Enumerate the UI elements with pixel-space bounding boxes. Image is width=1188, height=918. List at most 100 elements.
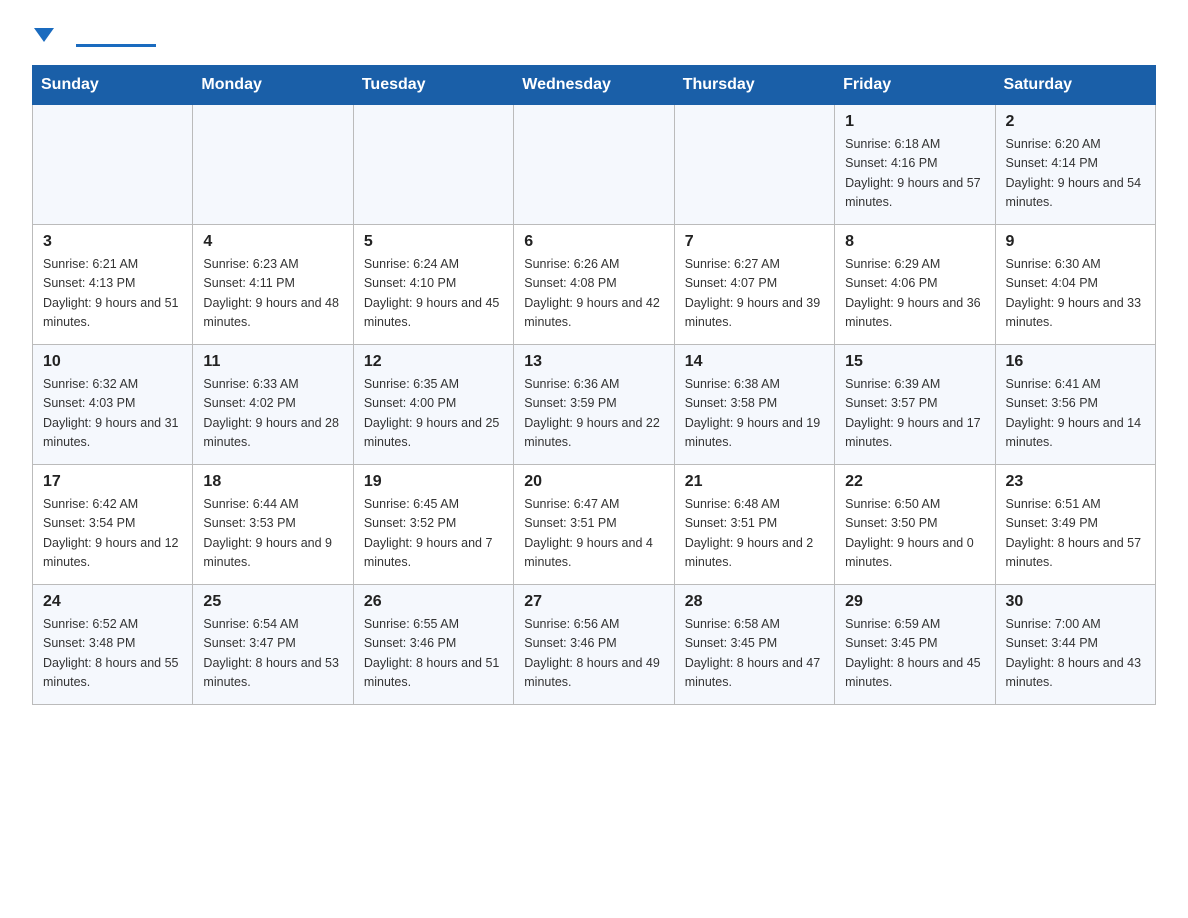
day-number: 29 bbox=[845, 593, 984, 611]
header-friday: Friday bbox=[835, 66, 995, 105]
calendar-cell: 22 Sunrise: 6:50 AM Sunset: 3:50 PM Dayli… bbox=[835, 465, 995, 585]
day-info: Sunrise: 6:44 AM Sunset: 3:53 PM Dayligh… bbox=[203, 495, 342, 573]
calendar-cell: 4Sunrise: 6:23 AM Sunset: 4:11 PM Daylig… bbox=[193, 225, 353, 345]
day-info: Sunrise: 6:36 AM Sunset: 3:59 PM Dayligh… bbox=[524, 375, 663, 453]
day-info: Sunrise: 6:24 AM Sunset: 4:10 PM Dayligh… bbox=[364, 255, 503, 333]
calendar-cell: 10 Sunrise: 6:32 AM Sunset: 4:03 PM Dayli… bbox=[33, 345, 193, 465]
calendar-week-row: 3Sunrise: 6:21 AM Sunset: 4:13 PM Daylig… bbox=[33, 225, 1156, 345]
day-number: 16 bbox=[1006, 353, 1145, 371]
day-number: 1 bbox=[845, 113, 984, 131]
calendar-cell: 5 Sunrise: 6:24 AM Sunset: 4:10 PM Daylig… bbox=[353, 225, 513, 345]
day-number: 6 bbox=[524, 233, 663, 251]
calendar-cell bbox=[353, 105, 513, 225]
day-info: Sunrise: 6:30 AM Sunset: 4:04 PM Dayligh… bbox=[1006, 255, 1145, 333]
calendar-cell: 28 Sunrise: 6:58 AM Sunset: 3:45 PM Dayli… bbox=[674, 585, 834, 705]
calendar-week-row: 24 Sunrise: 6:52 AM Sunset: 3:48 PM Dayli… bbox=[33, 585, 1156, 705]
day-info: Sunrise: 6:42 AM Sunset: 3:54 PM Dayligh… bbox=[43, 495, 182, 573]
day-number: 5 bbox=[364, 233, 503, 251]
day-number: 26 bbox=[364, 593, 503, 611]
calendar-cell: 6 Sunrise: 6:26 AM Sunset: 4:08 PM Daylig… bbox=[514, 225, 674, 345]
logo-line bbox=[76, 44, 156, 47]
header-sunday: Sunday bbox=[33, 66, 193, 105]
calendar-week-row: 10 Sunrise: 6:32 AM Sunset: 4:03 PM Dayli… bbox=[33, 345, 1156, 465]
logo-triangle-icon bbox=[34, 28, 54, 42]
calendar-cell: 8Sunrise: 6:29 AM Sunset: 4:06 PM Daylig… bbox=[835, 225, 995, 345]
day-info: Sunrise: 6:27 AM Sunset: 4:07 PM Dayligh… bbox=[685, 255, 824, 333]
day-info: Sunrise: 6:48 AM Sunset: 3:51 PM Dayligh… bbox=[685, 495, 824, 573]
calendar-cell: 30 Sunrise: 7:00 AM Sunset: 3:44 PM Dayli… bbox=[995, 585, 1155, 705]
day-number: 23 bbox=[1006, 473, 1145, 491]
calendar-cell: 9 Sunrise: 6:30 AM Sunset: 4:04 PM Daylig… bbox=[995, 225, 1155, 345]
day-number: 14 bbox=[685, 353, 824, 371]
calendar-cell: 16 Sunrise: 6:41 AM Sunset: 3:56 PM Dayli… bbox=[995, 345, 1155, 465]
day-number: 2 bbox=[1006, 113, 1145, 131]
calendar-cell bbox=[674, 105, 834, 225]
day-number: 30 bbox=[1006, 593, 1145, 611]
day-info: Sunrise: 6:50 AM Sunset: 3:50 PM Dayligh… bbox=[845, 495, 984, 573]
calendar-cell: 13 Sunrise: 6:36 AM Sunset: 3:59 PM Dayli… bbox=[514, 345, 674, 465]
day-number: 3 bbox=[43, 233, 182, 251]
day-info: Sunrise: 6:52 AM Sunset: 3:48 PM Dayligh… bbox=[43, 615, 182, 693]
header-tuesday: Tuesday bbox=[353, 66, 513, 105]
day-number: 7 bbox=[685, 233, 824, 251]
calendar-table: Sunday Monday Tuesday Wednesday Thursday… bbox=[32, 65, 1156, 705]
day-number: 25 bbox=[203, 593, 342, 611]
header-thursday: Thursday bbox=[674, 66, 834, 105]
day-number: 4 bbox=[203, 233, 342, 251]
day-number: 13 bbox=[524, 353, 663, 371]
calendar-cell: 20 Sunrise: 6:47 AM Sunset: 3:51 PM Dayli… bbox=[514, 465, 674, 585]
calendar-cell: 7 Sunrise: 6:27 AM Sunset: 4:07 PM Daylig… bbox=[674, 225, 834, 345]
calendar-cell: 24 Sunrise: 6:52 AM Sunset: 3:48 PM Dayli… bbox=[33, 585, 193, 705]
header-wednesday: Wednesday bbox=[514, 66, 674, 105]
calendar-cell: 11Sunrise: 6:33 AM Sunset: 4:02 PM Dayli… bbox=[193, 345, 353, 465]
calendar-cell: 14 Sunrise: 6:38 AM Sunset: 3:58 PM Dayli… bbox=[674, 345, 834, 465]
calendar-cell bbox=[514, 105, 674, 225]
day-number: 28 bbox=[685, 593, 824, 611]
day-number: 18 bbox=[203, 473, 342, 491]
day-info: Sunrise: 6:47 AM Sunset: 3:51 PM Dayligh… bbox=[524, 495, 663, 573]
day-info: Sunrise: 6:39 AM Sunset: 3:57 PM Dayligh… bbox=[845, 375, 984, 453]
day-number: 19 bbox=[364, 473, 503, 491]
day-number: 12 bbox=[364, 353, 503, 371]
day-info: Sunrise: 6:51 AM Sunset: 3:49 PM Dayligh… bbox=[1006, 495, 1145, 573]
day-number: 27 bbox=[524, 593, 663, 611]
day-info: Sunrise: 6:45 AM Sunset: 3:52 PM Dayligh… bbox=[364, 495, 503, 573]
day-info: Sunrise: 7:00 AM Sunset: 3:44 PM Dayligh… bbox=[1006, 615, 1145, 693]
day-info: Sunrise: 6:32 AM Sunset: 4:03 PM Dayligh… bbox=[43, 375, 182, 453]
calendar-cell: 29 Sunrise: 6:59 AM Sunset: 3:45 PM Dayli… bbox=[835, 585, 995, 705]
day-number: 24 bbox=[43, 593, 182, 611]
day-number: 11 bbox=[203, 353, 342, 371]
day-number: 17 bbox=[43, 473, 182, 491]
header-monday: Monday bbox=[193, 66, 353, 105]
day-number: 22 bbox=[845, 473, 984, 491]
calendar-cell: 17 Sunrise: 6:42 AM Sunset: 3:54 PM Dayli… bbox=[33, 465, 193, 585]
calendar-cell: 21 Sunrise: 6:48 AM Sunset: 3:51 PM Dayli… bbox=[674, 465, 834, 585]
calendar-cell: 3Sunrise: 6:21 AM Sunset: 4:13 PM Daylig… bbox=[33, 225, 193, 345]
calendar-cell: 25 Sunrise: 6:54 AM Sunset: 3:47 PM Dayli… bbox=[193, 585, 353, 705]
calendar-week-row: 1 Sunrise: 6:18 AM Sunset: 4:16 PM Daylig… bbox=[33, 105, 1156, 225]
calendar-week-row: 17 Sunrise: 6:42 AM Sunset: 3:54 PM Dayli… bbox=[33, 465, 1156, 585]
weekday-header-row: Sunday Monday Tuesday Wednesday Thursday… bbox=[33, 66, 1156, 105]
day-number: 20 bbox=[524, 473, 663, 491]
day-number: 15 bbox=[845, 353, 984, 371]
day-number: 9 bbox=[1006, 233, 1145, 251]
calendar-cell: 23 Sunrise: 6:51 AM Sunset: 3:49 PM Dayli… bbox=[995, 465, 1155, 585]
calendar-cell: 2Sunrise: 6:20 AM Sunset: 4:14 PM Daylig… bbox=[995, 105, 1155, 225]
day-info: Sunrise: 6:59 AM Sunset: 3:45 PM Dayligh… bbox=[845, 615, 984, 693]
day-info: Sunrise: 6:41 AM Sunset: 3:56 PM Dayligh… bbox=[1006, 375, 1145, 453]
day-number: 8 bbox=[845, 233, 984, 251]
day-number: 10 bbox=[43, 353, 182, 371]
day-info: Sunrise: 6:54 AM Sunset: 3:47 PM Dayligh… bbox=[203, 615, 342, 693]
day-info: Sunrise: 6:58 AM Sunset: 3:45 PM Dayligh… bbox=[685, 615, 824, 693]
day-info: Sunrise: 6:56 AM Sunset: 3:46 PM Dayligh… bbox=[524, 615, 663, 693]
calendar-cell: 12Sunrise: 6:35 AM Sunset: 4:00 PM Dayli… bbox=[353, 345, 513, 465]
header-saturday: Saturday bbox=[995, 66, 1155, 105]
day-info: Sunrise: 6:38 AM Sunset: 3:58 PM Dayligh… bbox=[685, 375, 824, 453]
calendar-cell bbox=[33, 105, 193, 225]
calendar-cell: 18 Sunrise: 6:44 AM Sunset: 3:53 PM Dayli… bbox=[193, 465, 353, 585]
day-info: Sunrise: 6:18 AM Sunset: 4:16 PM Dayligh… bbox=[845, 135, 984, 213]
calendar-cell: 15 Sunrise: 6:39 AM Sunset: 3:57 PM Dayli… bbox=[835, 345, 995, 465]
calendar-cell bbox=[193, 105, 353, 225]
day-info: Sunrise: 6:26 AM Sunset: 4:08 PM Dayligh… bbox=[524, 255, 663, 333]
day-number: 21 bbox=[685, 473, 824, 491]
